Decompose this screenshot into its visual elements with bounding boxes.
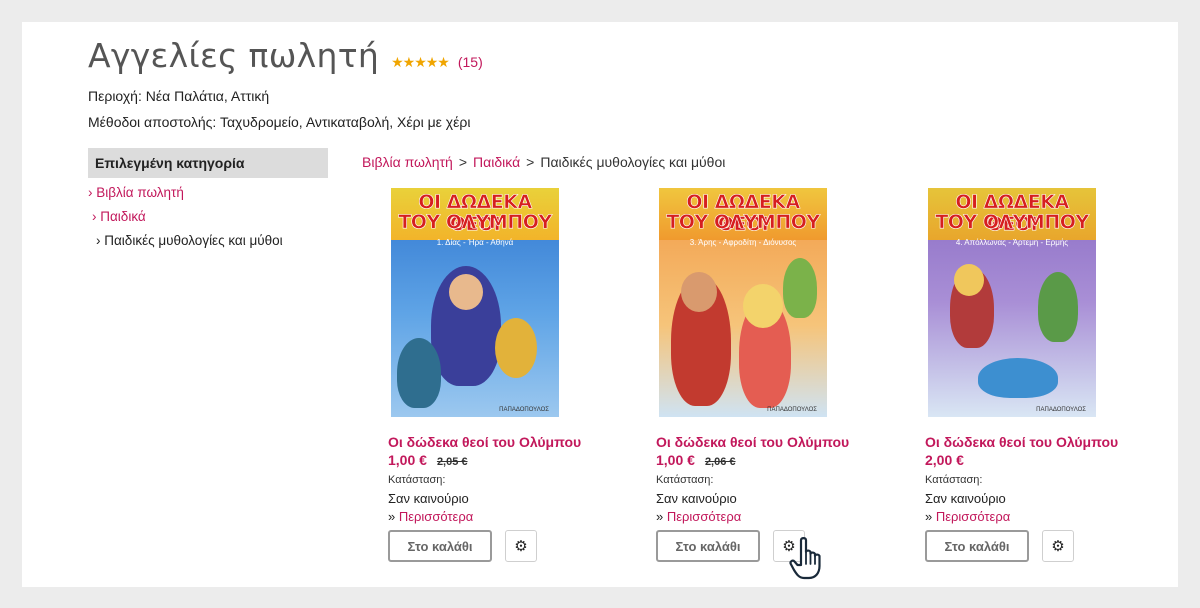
hand-pointer-icon [789,537,821,580]
cover-subtitle: 3. Άρης - Αφροδίτη - Διόνυσος [689,238,797,247]
book-cover-image[interactable]: ΟΙ ΔΩΔΕΚΑ ΘΕΟΙ ΤΟΥ ΟΛΥΜΠΟΥ 3. Άρης - Αφρ… [659,188,827,417]
breadcrumb-separator: > [458,154,468,170]
rating-stars: ★★★★★ [391,54,450,70]
price: 1,00 € [656,452,695,468]
condition-value: Σαν καινούριο [388,491,469,506]
price-row: 1,00 € 2,06 € [656,452,896,468]
cover-title-line2: ΤΟΥ ΟΛΥΜΠΟΥ [398,211,552,234]
sidebar-item-seller-books[interactable]: › Βιβλία πωλητή [88,185,328,200]
cover-figure [783,258,817,318]
cover-figure [397,338,441,408]
condition-value: Σαν καινούριο [656,491,737,506]
cover-publisher: ΠΑΠΑΔΟΠΟΥΛΟΣ [767,407,817,413]
rating-count-link[interactable]: (15) [458,54,483,70]
product-title-link[interactable]: Οι δώδεκα θεοί του Ολύμπου [388,434,628,450]
title-row: Αγγελίες πωλητή ★★★★★ (15) [88,36,483,75]
cover-figure [495,318,537,378]
cover-figure [681,272,717,312]
book-cover-image[interactable]: ΟΙ ΔΩΔΕΚΑ ΘΕΟΙ ΤΟΥ ΟΛΥΜΠΟΥ 4. Απόλλωνας … [928,188,1096,417]
seller-region: Περιοχή: Νέα Παλάτια, Αττική [88,88,270,104]
sidebar-item-mythology: › Παιδικές μυθολογίες και μύθοι [96,233,283,248]
product-card: ΟΙ ΔΩΔΕΚΑ ΘΕΟΙ ΤΟΥ ΟΛΥΜΠΟΥ 3. Άρης - Αφρ… [656,188,896,562]
options-button[interactable]: ⚙ [505,530,537,562]
condition-value: Σαν καινούριο [925,491,1006,506]
condition-label: Κατάσταση: [925,474,983,486]
cover-figure [978,358,1058,398]
action-buttons: Στο καλάθι ⚙ [925,530,1165,562]
price: 2,00 € [925,452,964,468]
more-prefix: » [925,509,936,524]
cover-figure [1038,272,1078,342]
cover-title-line2: ΤΟΥ ΟΛΥΜΠΟΥ [666,211,820,234]
product-card: ΟΙ ΔΩΔΕΚΑ ΘΕΟΙ ΤΟΥ ΟΛΥΜΠΟΥ 1. Δίας - Ήρα… [388,188,628,562]
more-prefix: » [388,509,399,524]
product-card: ΟΙ ΔΩΔΕΚΑ ΘΕΟΙ ΤΟΥ ΟΛΥΜΠΟΥ 4. Απόλλωνας … [925,188,1165,562]
action-buttons: Στο καλάθι ⚙ [656,530,896,562]
cover-subtitle: 4. Απόλλωνας - Άρτεμη - Ερμής [955,238,1069,247]
old-price: 2,05 € [436,456,468,468]
action-buttons: Στο καλάθι ⚙ [388,530,628,562]
add-to-cart-button[interactable]: Στο καλάθι [925,530,1029,562]
gear-icon: ⚙ [514,538,528,555]
breadcrumb-separator: > [526,154,535,170]
more-line: » Περισσότερα [656,509,896,524]
cover-publisher: ΠΑΠΑΔΟΠΟΥΛΟΣ [1036,407,1086,413]
price-row: 2,00 € [925,452,1165,468]
more-prefix: » [656,509,667,524]
product-title-link[interactable]: Οι δώδεκα θεοί του Ολύμπου [656,434,896,450]
old-price: 2,06 € [704,456,736,468]
seller-panel: Αγγελίες πωλητή ★★★★★ (15) Περιοχή: Νέα … [22,22,1178,587]
price: 1,00 € [388,452,427,468]
sidebar-item-children[interactable]: › Παιδικά [92,209,328,224]
breadcrumb-children[interactable]: Παιδικά [473,154,520,170]
cover-publisher: ΠΑΠΑΔΟΠΟΥΛΟΣ [499,407,549,413]
cover-subtitle: 1. Δίας - Ήρα - Αθηνά [436,238,514,247]
options-button[interactable]: ⚙ [1042,530,1074,562]
price-row: 1,00 € 2,05 € [388,452,628,468]
condition-label: Κατάσταση: [656,474,714,486]
sidebar-heading: Επιλεγμένη κατηγορία [88,148,328,178]
condition-label: Κατάσταση: [388,474,446,486]
add-to-cart-button[interactable]: Στο καλάθι [656,530,760,562]
more-link[interactable]: Περισσότερα [936,509,1010,524]
more-line: » Περισσότερα [388,509,628,524]
shipping-methods: Μέθοδοι αποστολής: Ταχυδρομείο, Αντικατα… [88,114,471,130]
gear-icon: ⚙ [1051,538,1065,555]
cover-figure [449,274,483,310]
more-line: » Περισσότερα [925,509,1165,524]
breadcrumb-seller-books[interactable]: Βιβλία πωλητή [362,154,453,170]
breadcrumb: Βιβλία πωλητή > Παιδικά > Παιδικές μυθολογίε… [362,154,725,170]
add-to-cart-button[interactable]: Στο καλάθι [388,530,492,562]
more-link[interactable]: Περισσότερα [667,509,741,524]
page-title: Αγγελίες πωλητή [88,36,380,75]
cover-figure [743,284,783,328]
breadcrumb-current: Παιδικές μυθολογίες και μύθοι [540,154,726,170]
product-title-link[interactable]: Οι δώδεκα θεοί του Ολύμπου [925,434,1165,450]
book-cover-image[interactable]: ΟΙ ΔΩΔΕΚΑ ΘΕΟΙ ΤΟΥ ΟΛΥΜΠΟΥ 1. Δίας - Ήρα… [391,188,559,417]
cover-figure [954,264,984,296]
category-sidebar: Επιλεγμένη κατηγορία › Βιβλία πωλητή › Π… [88,148,328,248]
cover-title-line2: ΤΟΥ ΟΛΥΜΠΟΥ [935,211,1089,234]
more-link[interactable]: Περισσότερα [399,509,473,524]
